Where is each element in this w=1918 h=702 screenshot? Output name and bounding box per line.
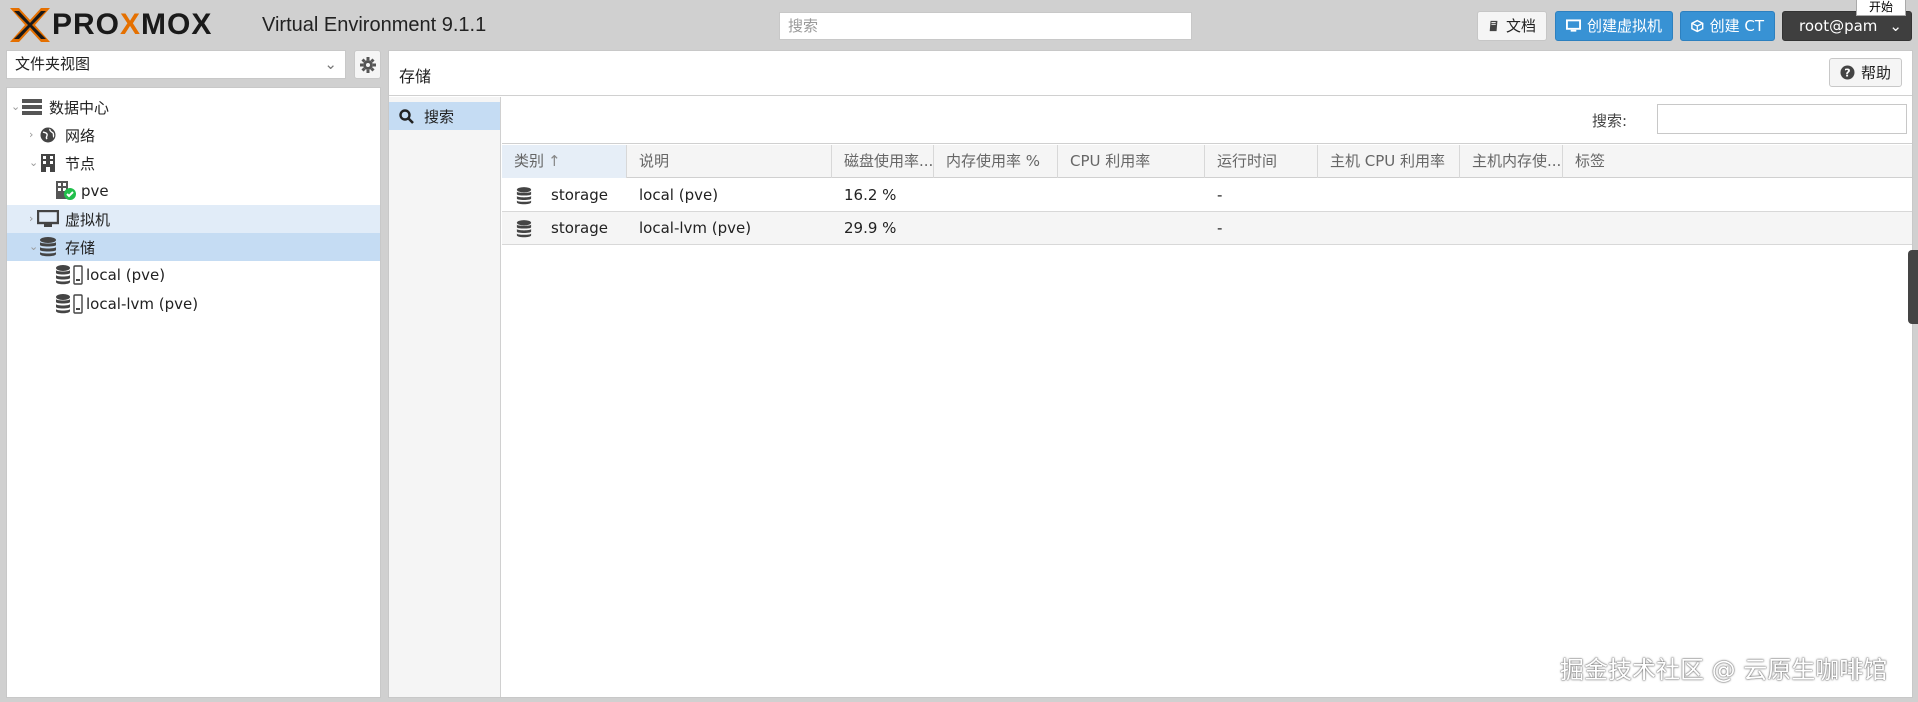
cell-type: storage — [551, 219, 608, 237]
main-panel: 存储 ? 帮助 搜索 搜索: 类别 ↑ 说明 磁盘使用率... 内存使用率 % C… — [388, 50, 1913, 698]
side-nav: 搜索 — [389, 97, 501, 697]
start-tooltip: 开始 — [1856, 0, 1906, 16]
tree-item-pve[interactable]: pve — [7, 177, 380, 205]
column-header-host-memory[interactable]: 主机内存使... — [1460, 145, 1563, 178]
monitor-icon — [37, 208, 59, 230]
docs-button[interactable]: 文档 — [1477, 11, 1547, 41]
cube-icon — [1691, 19, 1704, 33]
side-nav-label: 搜索 — [424, 107, 455, 126]
global-search-input[interactable]: 搜索 — [779, 12, 1192, 40]
panel-header: 存储 ? 帮助 — [389, 51, 1912, 96]
collapse-arrow-icon[interactable]: ⌄ — [11, 101, 21, 112]
cell-uptime: - — [1217, 186, 1223, 204]
cell-disk-usage: 29.9 % — [844, 219, 897, 237]
question-circle-icon: ? — [1840, 65, 1855, 80]
book-icon — [1489, 20, 1498, 32]
tree-item-label: local-lvm (pve) — [86, 295, 199, 313]
building-icon — [37, 152, 59, 174]
column-header-disk-usage[interactable]: 磁盘使用率... — [832, 145, 934, 178]
tree-item-vms[interactable]: › 虚拟机 — [7, 205, 380, 233]
cell-description: local (pve) — [639, 186, 719, 204]
tree-item-label: pve — [81, 182, 109, 200]
resource-tree: ⌄ 数据中心 › 网络 ⌄ 节点 pve › 虚拟机 ⌄ 存储 local (p… — [6, 87, 381, 698]
server-rack-icon — [21, 96, 43, 118]
grid-header: 类别 ↑ 说明 磁盘使用率... 内存使用率 % CPU 利用率 运行时间 主机 … — [502, 145, 1912, 178]
proxmox-logo-text: PROXMOX — [52, 8, 213, 41]
tree-item-label: 网络 — [65, 126, 96, 145]
cell-disk-usage: 16.2 % — [844, 186, 897, 204]
search-label: 搜索: — [1592, 112, 1628, 130]
tree-item-network[interactable]: › 网络 — [7, 121, 380, 149]
view-selector[interactable]: 文件夹视图 ⌄ — [6, 50, 346, 79]
storage-icon — [55, 293, 85, 315]
svg-text:?: ? — [1844, 67, 1850, 80]
tree-settings-button[interactable] — [354, 50, 381, 79]
globe-icon — [37, 124, 59, 146]
database-icon — [516, 220, 532, 242]
search-toolbar: 搜索: — [502, 97, 1912, 144]
tree-item-nodes[interactable]: ⌄ 节点 — [7, 149, 380, 177]
side-panel-handle[interactable] — [1908, 250, 1918, 324]
tree-item-local[interactable]: local (pve) — [7, 261, 380, 289]
column-header-memory-usage[interactable]: 内存使用率 % — [934, 145, 1058, 178]
storage-icon — [55, 264, 85, 286]
app-title: Virtual Environment 9.1.1 — [262, 14, 487, 36]
tree-item-datacenter[interactable]: ⌄ 数据中心 — [7, 93, 380, 121]
tree-item-label: 数据中心 — [49, 98, 110, 117]
create-vm-label: 创建虚拟机 — [1586, 17, 1662, 35]
create-ct-button[interactable]: 创建 CT — [1680, 11, 1775, 41]
column-header-type[interactable]: 类别 ↑ — [502, 145, 627, 178]
gear-icon — [359, 56, 376, 73]
tree-item-label: 存储 — [65, 238, 96, 257]
search-input[interactable] — [1657, 104, 1907, 134]
proxmox-logo-icon — [10, 8, 50, 42]
help-button[interactable]: ? 帮助 — [1828, 58, 1902, 87]
top-bar: PROXMOX Virtual Environment 9.1.1 搜索 文档 … — [0, 0, 1918, 50]
table-row[interactable]: storage local (pve) 16.2 % - — [502, 179, 1912, 212]
side-nav-search[interactable]: 搜索 — [389, 102, 500, 130]
tree-item-label: 虚拟机 — [65, 210, 111, 229]
cell-description: local-lvm (pve) — [639, 219, 752, 237]
search-icon — [399, 108, 414, 124]
monitor-icon — [1566, 19, 1581, 32]
tree-item-label: 节点 — [65, 154, 96, 173]
create-ct-label: 创建 CT — [1709, 17, 1764, 35]
database-icon — [516, 187, 532, 209]
resource-tree-panel: 文件夹视图 ⌄ ⌄ 数据中心 › 网络 ⌄ 节点 pve › 虚拟机 ⌄ 存储 … — [6, 50, 381, 698]
tree-item-storage[interactable]: ⌄ 存储 — [7, 233, 380, 261]
database-icon — [37, 236, 59, 258]
help-label: 帮助 — [1860, 64, 1891, 82]
docs-label: 文档 — [1505, 17, 1536, 35]
column-header-uptime[interactable]: 运行时间 — [1205, 145, 1318, 178]
column-header-host-cpu[interactable]: 主机 CPU 利用率 — [1318, 145, 1460, 178]
watermark: 掘金技术社区 @ 云原生咖啡馆 — [1560, 656, 1888, 684]
view-selector-value: 文件夹视图 — [15, 55, 91, 73]
cell-uptime: - — [1217, 219, 1223, 237]
tree-item-local-lvm[interactable]: local-lvm (pve) — [7, 290, 380, 318]
node-ok-icon — [55, 180, 77, 202]
tree-item-label: local (pve) — [86, 266, 166, 284]
search-content: 搜索: 类别 ↑ 说明 磁盘使用率... 内存使用率 % CPU 利用率 运行时间… — [502, 97, 1912, 697]
cell-type: storage — [551, 186, 608, 204]
create-vm-button[interactable]: 创建虚拟机 — [1555, 11, 1673, 41]
table-row[interactable]: storage local-lvm (pve) 29.9 % - — [502, 212, 1912, 245]
chevron-down-icon: ⌄ — [324, 55, 337, 73]
column-header-cpu-usage[interactable]: CPU 利用率 — [1058, 145, 1205, 178]
sort-asc-icon: ↑ — [548, 152, 561, 170]
page-title: 存储 — [399, 67, 432, 86]
column-header-description[interactable]: 说明 — [627, 145, 832, 178]
column-header-tags[interactable]: 标签 — [1563, 145, 1912, 178]
